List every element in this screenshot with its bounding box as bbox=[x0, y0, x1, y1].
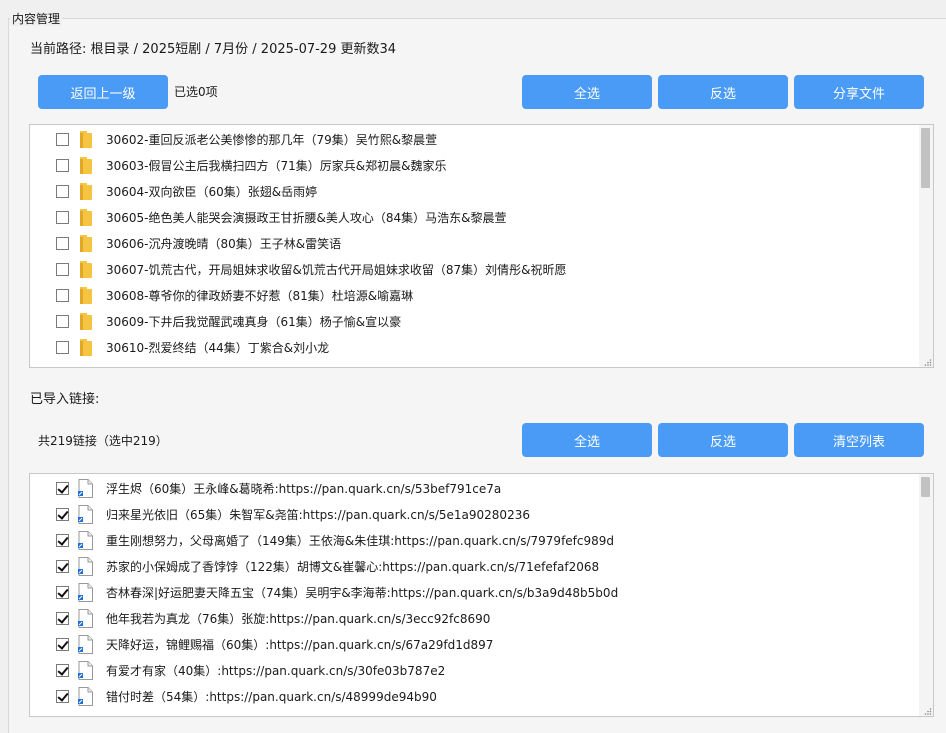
folder-row[interactable]: 30610-烈爱终结（44集）丁紫合&刘小龙 bbox=[30, 334, 919, 360]
link-text: 浮生烬（60集）王永峰&葛晓希:https://pan.quark.cn/s/5… bbox=[106, 481, 502, 496]
folder-checkbox[interactable] bbox=[56, 237, 69, 250]
imported-links-title: 已导入链接: bbox=[30, 392, 100, 407]
link-text: 天降好运，锦鲤赐福（60集）:https://pan.quark.cn/s/67… bbox=[106, 637, 494, 652]
link-text: 杏林春深|好运肥妻天降五宝（74集）吴明宇&李海蒂:https://pan.qu… bbox=[106, 585, 619, 600]
link-checkbox[interactable] bbox=[56, 508, 69, 521]
folder-icon bbox=[80, 182, 92, 200]
selected-count: 已选0项 bbox=[174, 85, 218, 99]
folder-checkbox[interactable] bbox=[56, 211, 69, 224]
folder-checkbox[interactable] bbox=[56, 159, 69, 172]
back-button[interactable]: 返回上一级 bbox=[38, 75, 168, 109]
folder-icon bbox=[80, 130, 92, 148]
link-checkbox[interactable] bbox=[56, 560, 69, 573]
link-row[interactable]: 归来星光依旧（65集）朱智军&尧笛:https://pan.quark.cn/s… bbox=[30, 501, 919, 527]
folder-icon bbox=[80, 338, 92, 356]
folder-row[interactable]: 30604-双向欲臣（60集）张翅&岳雨婷 bbox=[30, 178, 919, 204]
link-text: 苏家的小保姆成了香饽饽（122集）胡博文&崔馨心:https://pan.qua… bbox=[106, 559, 600, 574]
folder-name: 30604-双向欲臣（60集）张翅&岳雨婷 bbox=[106, 184, 318, 199]
link-checkbox[interactable] bbox=[56, 664, 69, 677]
link-row[interactable]: 浮生烬（60集）王永峰&葛晓希:https://pan.quark.cn/s/5… bbox=[30, 475, 919, 501]
folder-row[interactable]: 30607-饥荒古代，开局姐妹求收留&饥荒古代开局姐妹求收留（87集）刘倩彤&祝… bbox=[30, 256, 919, 282]
folder-list[interactable]: 30602-重回反派老公美惨惨的那几年（79集）吴竹熙&黎晨萱 30603-假冒公… bbox=[29, 124, 934, 368]
link-row[interactable]: 苏家的小保姆成了香饽饽（122集）胡博文&崔馨心:https://pan.qua… bbox=[30, 553, 919, 579]
select-all-button[interactable]: 全选 bbox=[522, 75, 652, 109]
folder-name: 30607-饥荒古代，开局姐妹求收留&饥荒古代开局姐妹求收留（87集）刘倩彤&祝… bbox=[106, 262, 567, 277]
link-file-icon bbox=[78, 608, 93, 628]
folder-name: 30603-假冒公主后我横扫四方（71集）厉家兵&郑初晨&魏家乐 bbox=[106, 158, 447, 173]
folder-name: 30609-下井后我觉醒武魂真身（61集）杨子愉&宣以豪 bbox=[106, 314, 402, 329]
link-text: 归来星光依旧（65集）朱智军&尧笛:https://pan.quark.cn/s… bbox=[106, 507, 530, 522]
link-checkbox[interactable] bbox=[56, 638, 69, 651]
link-file-icon bbox=[78, 530, 93, 550]
folder-list-scroll-thumb[interactable] bbox=[921, 128, 930, 188]
invert-selection-button[interactable]: 反选 bbox=[658, 75, 788, 109]
link-row[interactable]: 错付时差（54集）:https://pan.quark.cn/s/48999de… bbox=[30, 683, 919, 709]
folder-icon bbox=[80, 156, 92, 174]
folder-name: 30606-沉舟渡晚晴（80集）王子林&雷笑语 bbox=[106, 236, 342, 251]
resize-grip-icon[interactable] bbox=[924, 707, 932, 715]
links-list-scroll-thumb[interactable] bbox=[921, 477, 930, 497]
links-select-all-button[interactable]: 全选 bbox=[522, 423, 652, 457]
link-file-icon bbox=[78, 660, 93, 680]
link-text: 他年我若为真龙（76集）张旋:https://pan.quark.cn/s/3e… bbox=[106, 611, 491, 626]
folder-icon bbox=[80, 260, 92, 278]
link-row[interactable]: 天降好运，锦鲤赐福（60集）:https://pan.quark.cn/s/67… bbox=[30, 631, 919, 657]
folder-row[interactable]: 30605-绝色美人能哭会演摄政王甘折腰&美人攻心（84集）马浩东&黎晨萱 bbox=[30, 204, 919, 230]
folder-row[interactable]: 30606-沉舟渡晚晴（80集）王子林&雷笑语 bbox=[30, 230, 919, 256]
folder-checkbox[interactable] bbox=[56, 289, 69, 302]
link-file-icon bbox=[78, 686, 93, 706]
folder-list-scrollbar[interactable] bbox=[919, 125, 933, 367]
link-checkbox[interactable] bbox=[56, 586, 69, 599]
folder-icon bbox=[80, 234, 92, 252]
folder-checkbox[interactable] bbox=[56, 185, 69, 198]
folder-icon bbox=[80, 312, 92, 330]
link-row[interactable]: 有爱才有家（40集）:https://pan.quark.cn/s/30fe03… bbox=[30, 657, 919, 683]
link-text: 错付时差（54集）:https://pan.quark.cn/s/48999de… bbox=[106, 689, 437, 704]
folder-row[interactable]: 30603-假冒公主后我横扫四方（71集）厉家兵&郑初晨&魏家乐 bbox=[30, 152, 919, 178]
link-file-icon bbox=[78, 504, 93, 524]
link-file-icon bbox=[78, 582, 93, 602]
resize-grip-icon[interactable] bbox=[924, 358, 932, 366]
folder-name: 30610-烈爱终结（44集）丁紫合&刘小龙 bbox=[106, 340, 330, 355]
folder-icon bbox=[80, 286, 92, 304]
folder-checkbox[interactable] bbox=[56, 315, 69, 328]
folder-checkbox[interactable] bbox=[56, 263, 69, 276]
link-file-icon bbox=[78, 556, 93, 576]
link-checkbox[interactable] bbox=[56, 612, 69, 625]
links-count: 共219链接（选中219） bbox=[38, 434, 168, 448]
link-text: 重生刚想努力，父母离婚了（149集）王依海&朱佳琪:https://pan.qu… bbox=[106, 533, 615, 548]
section-title: 内容管理 bbox=[10, 12, 63, 26]
link-row[interactable]: 重生刚想努力，父母离婚了（149集）王依海&朱佳琪:https://pan.qu… bbox=[30, 527, 919, 553]
clear-list-button[interactable]: 清空列表 bbox=[794, 423, 924, 457]
links-list[interactable]: 浮生烬（60集）王永峰&葛晓希:https://pan.quark.cn/s/5… bbox=[29, 473, 934, 717]
link-checkbox[interactable] bbox=[56, 534, 69, 547]
folder-name: 30605-绝色美人能哭会演摄政王甘折腰&美人攻心（84集）马浩东&黎晨萱 bbox=[106, 210, 507, 225]
folder-checkbox[interactable] bbox=[56, 133, 69, 146]
link-checkbox[interactable] bbox=[56, 690, 69, 703]
links-list-scrollbar[interactable] bbox=[919, 474, 933, 716]
folder-row[interactable]: 30602-重回反派老公美惨惨的那几年（79集）吴竹熙&黎晨萱 bbox=[30, 126, 919, 152]
link-checkbox[interactable] bbox=[56, 482, 69, 495]
folder-checkbox[interactable] bbox=[56, 341, 69, 354]
share-files-button[interactable]: 分享文件 bbox=[794, 75, 924, 109]
folder-name: 30608-尊爷你的律政娇妻不好惹（81集）杜培源&喻嘉琳 bbox=[106, 288, 414, 303]
folder-row[interactable]: 30608-尊爷你的律政娇妻不好惹（81集）杜培源&喻嘉琳 bbox=[30, 282, 919, 308]
link-row[interactable]: 杏林春深|好运肥妻天降五宝（74集）吴明宇&李海蒂:https://pan.qu… bbox=[30, 579, 919, 605]
folder-name: 30602-重回反派老公美惨惨的那几年（79集）吴竹熙&黎晨萱 bbox=[106, 132, 438, 147]
current-path: 当前路径: 根目录 / 2025短剧 / 7月份 / 2025-07-29 更新… bbox=[30, 42, 397, 57]
links-invert-button[interactable]: 反选 bbox=[658, 423, 788, 457]
link-text: 有爱才有家（40集）:https://pan.quark.cn/s/30fe03… bbox=[106, 663, 446, 678]
folder-row[interactable]: 30609-下井后我觉醒武魂真身（61集）杨子愉&宣以豪 bbox=[30, 308, 919, 334]
folder-icon bbox=[80, 208, 92, 226]
link-file-icon bbox=[78, 478, 93, 498]
link-row[interactable]: 他年我若为真龙（76集）张旋:https://pan.quark.cn/s/3e… bbox=[30, 605, 919, 631]
link-file-icon bbox=[78, 634, 93, 654]
